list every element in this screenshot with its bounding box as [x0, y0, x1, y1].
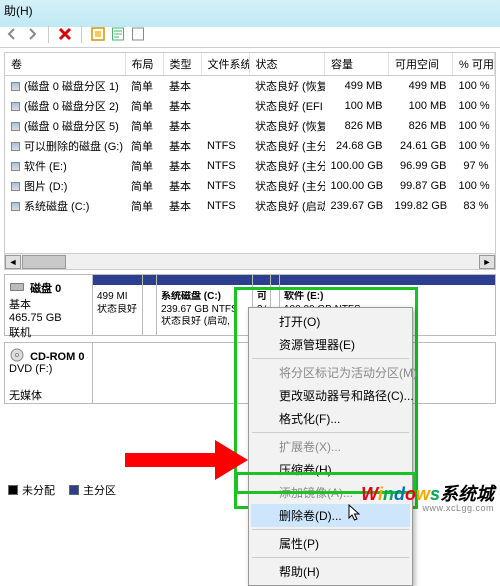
- ctx-open[interactable]: 打开(O): [251, 310, 410, 333]
- disk-header-0[interactable]: 磁盘 0 基本 465.75 GB 联机: [5, 275, 93, 335]
- properties-icon[interactable]: [110, 26, 126, 42]
- col-volume[interactable]: 卷: [5, 53, 125, 76]
- legend-unallocated: 未分配: [22, 485, 55, 497]
- menu-bar[interactable]: 助(H): [0, 0, 500, 20]
- cdrom-title: CD-ROM 0: [30, 351, 84, 363]
- partition[interactable]: 系统磁盘 (C:)239.67 GB NTFS状态良好 (启动,: [157, 275, 253, 335]
- disk-title: 磁盘 0: [30, 283, 61, 295]
- ctx-shrink[interactable]: 压缩卷(H)...: [251, 458, 410, 481]
- volume-icon: [11, 82, 20, 91]
- ctx-change-letter[interactable]: 更改驱动器号和路径(C)...: [251, 384, 410, 407]
- delete-icon[interactable]: [57, 26, 73, 42]
- partition[interactable]: [143, 275, 157, 335]
- forward-icon[interactable]: [24, 26, 40, 42]
- ctx-extend: 扩展卷(X)...: [251, 435, 410, 458]
- col-percent[interactable]: % 可用: [453, 53, 495, 76]
- ctx-format[interactable]: 格式化(F)...: [251, 407, 410, 430]
- table-row[interactable]: 图片 (D:)简单基本NTFS状态良好 (主分区)100.00 GB99.87 …: [5, 176, 495, 196]
- ctx-properties[interactable]: 属性(P): [251, 532, 410, 555]
- table-row[interactable]: 系统磁盘 (C:)简单基本NTFS状态良好 (启动, 页面文件, 故障转储, 主…: [5, 196, 495, 216]
- table-row[interactable]: (磁盘 0 磁盘分区 5)简单基本状态良好 (恢复分区)826 MB826 MB…: [5, 116, 495, 136]
- help-icon[interactable]: [130, 26, 146, 42]
- col-layout[interactable]: 布局: [125, 53, 163, 76]
- col-type[interactable]: 类型: [163, 53, 201, 76]
- disk-header-cdrom[interactable]: CD-ROM 0 DVD (F:) 无媒体: [5, 343, 93, 403]
- volume-table: 卷 布局 类型 文件系统 状态 容量 可用空间 % 可用 (磁盘 0 磁盘分区 …: [5, 53, 495, 216]
- col-free[interactable]: 可用空间: [389, 53, 453, 76]
- menu-help[interactable]: 助(H): [4, 4, 33, 18]
- back-icon[interactable]: [4, 26, 20, 42]
- ctx-add-mirror: 添加镜像(A)...: [251, 481, 410, 504]
- horizontal-scrollbar[interactable]: ◄ ►: [5, 253, 495, 269]
- toolbar: [0, 20, 500, 48]
- volume-icon: [11, 182, 20, 191]
- ctx-explorer[interactable]: 资源管理器(E): [251, 333, 410, 356]
- volume-icon: [11, 122, 20, 131]
- scroll-thumb[interactable]: [22, 255, 66, 269]
- refresh-icon[interactable]: [90, 26, 106, 42]
- context-menu: 打开(O) 资源管理器(E) 将分区标记为活动分区(M) 更改驱动器号和路径(C…: [248, 307, 413, 586]
- volume-icon: [11, 102, 20, 111]
- table-row[interactable]: (磁盘 0 磁盘分区 2)简单基本状态良好 (EFI 系统分区)100 MB10…: [5, 96, 495, 116]
- table-row[interactable]: (磁盘 0 磁盘分区 1)简单基本状态良好 (恢复分区)499 MB499 MB…: [5, 76, 495, 97]
- partition[interactable]: 499 MI状态良好: [93, 275, 143, 335]
- legend-primary: 主分区: [83, 485, 116, 497]
- ctx-delete-volume[interactable]: 删除卷(D)...: [251, 504, 410, 527]
- col-capacity[interactable]: 容量: [325, 53, 389, 76]
- ctx-mark-active: 将分区标记为活动分区(M): [251, 361, 410, 384]
- col-status[interactable]: 状态: [249, 53, 325, 76]
- table-row[interactable]: 可以删除的磁盘 (G:)简单基本NTFS状态良好 (主分区)24.68 GB24…: [5, 136, 495, 156]
- scroll-left-icon[interactable]: ◄: [5, 255, 21, 269]
- ctx-help[interactable]: 帮助(H): [251, 560, 410, 583]
- table-row[interactable]: 软件 (E:)简单基本NTFS状态良好 (主分区)100.00 GB96.99 …: [5, 156, 495, 176]
- volume-icon: [11, 142, 20, 151]
- volume-icon: [11, 202, 20, 211]
- col-filesystem[interactable]: 文件系统: [201, 53, 249, 76]
- scroll-right-icon[interactable]: ►: [479, 255, 495, 269]
- cdrom-icon: [9, 347, 25, 363]
- volume-icon: [11, 162, 20, 171]
- disk-icon: [9, 279, 25, 295]
